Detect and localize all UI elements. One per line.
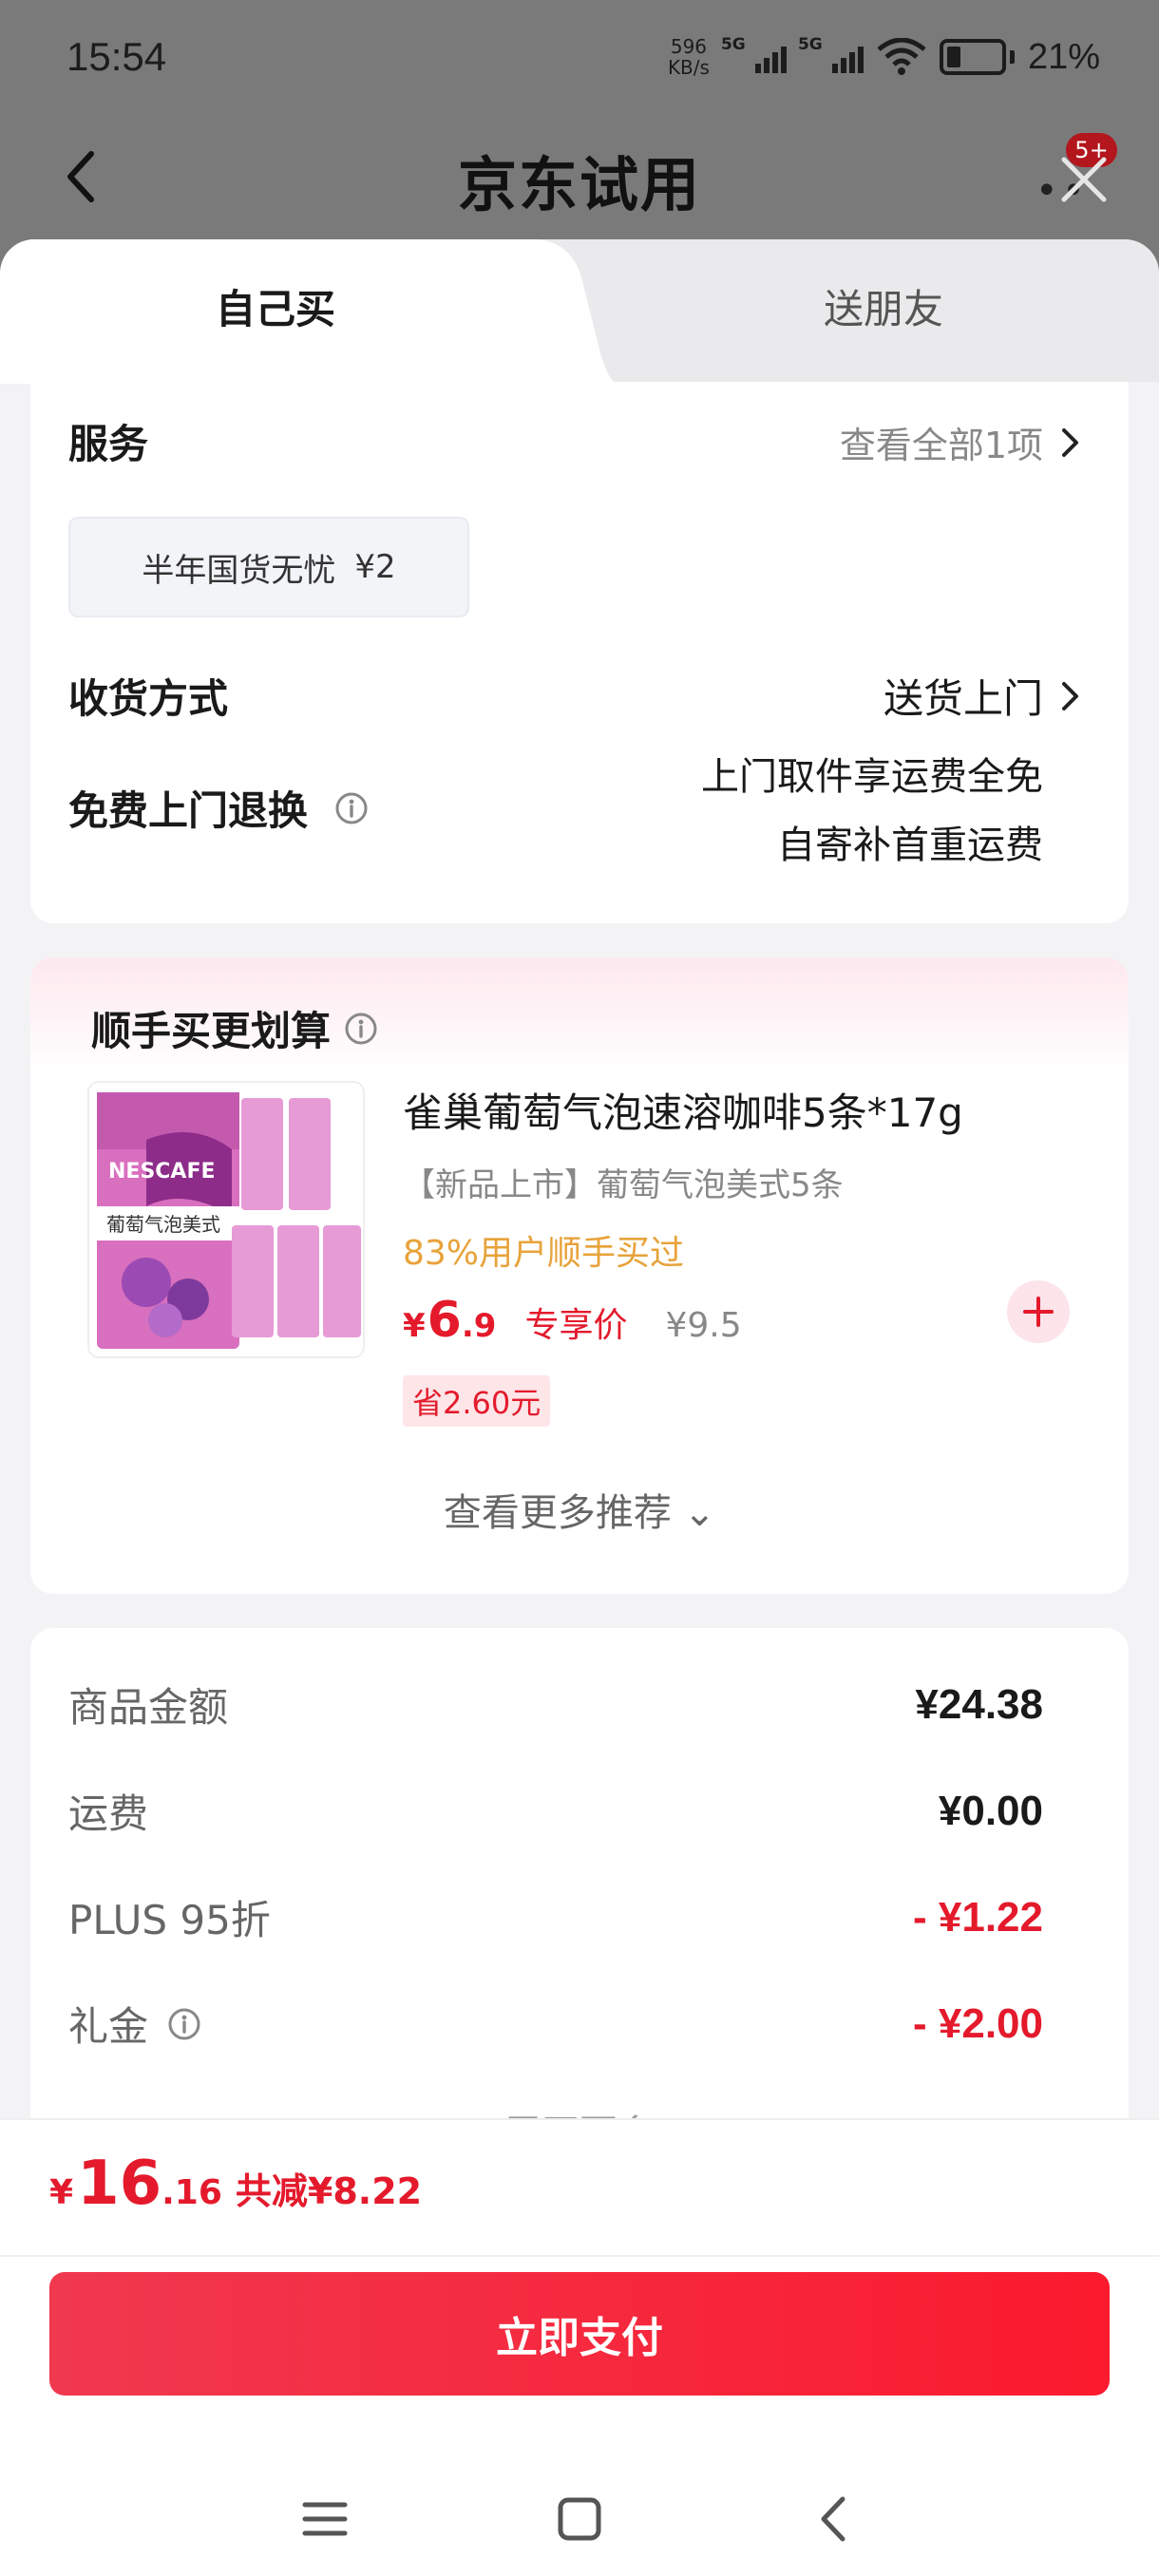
signal-icon-sim1: 5G: [721, 35, 787, 73]
product-image-text: 葡萄气泡美式: [106, 1213, 220, 1236]
free-return-row: 免费上门退换: [68, 779, 369, 837]
sim1-tag: 5G: [720, 35, 746, 54]
cost-label: PLUS 95折: [68, 1897, 271, 1943]
product-price-row: ¥ 6 .9 专享价 ¥9.5: [403, 1292, 742, 1349]
net-speed-unit: KB/s: [667, 56, 710, 79]
cost-label: 运费: [68, 1790, 149, 1837]
cost-value: ¥24.38: [915, 1680, 1043, 1728]
addon-title: 顺手买更划算: [91, 1008, 332, 1054]
home-icon[interactable]: [556, 2495, 603, 2543]
free-return-label: 免费上门退换: [68, 787, 309, 834]
product-purchase-stat: 83%用户顺手买过: [403, 1234, 685, 1273]
see-more-text: 查看更多推荐: [443, 1491, 672, 1535]
info-icon[interactable]: [334, 791, 369, 825]
close-icon[interactable]: [1056, 152, 1112, 207]
cost-value: - ¥1.22: [913, 1893, 1043, 1941]
total-integer: 16: [77, 2149, 162, 2219]
total-discount: 共减¥8.22: [235, 2170, 423, 2212]
service-chip-name: 半年国货无忧: [142, 551, 336, 590]
delivery-value: 送货上门: [883, 675, 1043, 722]
net-speed: 596 KB/s: [668, 36, 710, 78]
chevron-right-icon: [1062, 681, 1078, 710]
free-return-line1: 上门取件享运费全免: [701, 755, 1043, 799]
total-price-row: ¥ 16 .16 共减¥8.22: [49, 2149, 422, 2219]
cost-label: 礼金: [68, 2003, 149, 2050]
cost-row-plus-discount: PLUS 95折 - ¥1.22: [68, 1888, 1043, 1946]
cost-row-subtotal: 商品金额 ¥24.38: [68, 1676, 1043, 1733]
purchase-tabs: 自己买 送朋友: [0, 239, 1159, 384]
info-icon[interactable]: [167, 2007, 201, 2041]
save-badge: 省2.60元: [403, 1375, 551, 1427]
battery-percent: 21%: [1027, 36, 1100, 77]
cost-value: - ¥2.00: [913, 1999, 1043, 2047]
addon-card: 顺手买更划算 NESCAFE 葡萄气泡美式 雀巢葡萄气泡速溶咖啡5条*17g 【…: [30, 957, 1129, 1594]
wifi-icon: [877, 38, 926, 75]
free-return-detail: 上门取件享运费全免 自寄补首重运费: [701, 743, 1043, 880]
price-integer: 6: [427, 1292, 462, 1349]
page-header: 京东试用 • • 5+: [0, 114, 1159, 247]
addon-title-row: 顺手买更划算: [91, 999, 378, 1057]
service-view-all-text: 查看全部1项: [839, 425, 1043, 466]
see-more-recommendations[interactable]: 查看更多推荐 ⌄: [30, 1482, 1129, 1537]
page-title: 京东试用: [457, 150, 701, 219]
tab-gift-friend[interactable]: 送朋友: [608, 277, 1159, 335]
payment-bar: ¥ 16 .16 共减¥8.22 立即支付: [0, 2120, 1159, 2576]
cost-row-shipping: 运费 ¥0.00: [68, 1782, 1043, 1840]
free-return-line2: 自寄补首重运费: [777, 824, 1043, 867]
cost-label: 商品金额: [68, 1684, 229, 1731]
menu-icon[interactable]: [301, 2495, 349, 2543]
add-to-order-button[interactable]: [1007, 1280, 1070, 1343]
total-decimal: .16: [162, 2173, 222, 2212]
delivery-method[interactable]: 送货上门: [884, 667, 1081, 725]
price-decimal: .9: [461, 1307, 497, 1345]
coffee-box-image: NESCAFE 葡萄气泡美式: [89, 1083, 363, 1356]
back-icon[interactable]: [810, 2495, 858, 2543]
plus-icon: [1023, 1297, 1054, 1327]
pay-now-button[interactable]: 立即支付: [49, 2272, 1110, 2396]
product-image[interactable]: NESCAFE 葡萄气泡美式: [87, 1081, 365, 1358]
system-nav-bar: [0, 2462, 1159, 2576]
sim2-tag: 5G: [797, 35, 823, 54]
divider: [0, 2255, 1159, 2257]
chevron-down-icon: ⌄: [683, 1491, 716, 1535]
price-tag: 专享价: [524, 1306, 628, 1345]
service-option-chip[interactable]: 半年国货无忧 ¥2: [68, 517, 469, 617]
service-label: 服务: [68, 421, 149, 467]
battery-icon: [939, 39, 1015, 75]
original-price: ¥9.5: [665, 1306, 742, 1345]
cost-row-gift-money: 礼金 - ¥2.00: [68, 1995, 1043, 2053]
cost-value: ¥0.00: [938, 1787, 1043, 1834]
info-icon[interactable]: [344, 1012, 378, 1046]
status-time: 15:54: [66, 34, 167, 79]
product-image-brand: NESCAFE: [108, 1160, 216, 1184]
price-yen: ¥: [403, 1307, 426, 1345]
status-icons: 596 KB/s 5G 5G 21%: [668, 35, 1100, 78]
product-name[interactable]: 雀巢葡萄气泡速溶咖啡5条*17g: [403, 1081, 963, 1139]
service-card: 服务 查看全部1项 半年国货无忧 ¥2 收货方式 送货上门 免费上门退换 上门取…: [30, 382, 1129, 923]
signal-icon-sim2: 5G: [798, 35, 864, 73]
net-speed-value: 596: [670, 35, 708, 58]
service-view-all[interactable]: 查看全部1项: [840, 416, 1081, 468]
tab-self-buy[interactable]: 自己买: [0, 277, 551, 335]
total-yen: ¥: [49, 2173, 74, 2212]
status-bar: 15:54 596 KB/s 5G 5G 21%: [0, 0, 1159, 114]
chevron-right-icon: [1062, 427, 1078, 457]
product-subtitle: 【新品上市】葡萄气泡美式5条: [403, 1166, 844, 1204]
delivery-label: 收货方式: [68, 675, 229, 722]
service-chip-price: ¥2: [354, 548, 396, 586]
